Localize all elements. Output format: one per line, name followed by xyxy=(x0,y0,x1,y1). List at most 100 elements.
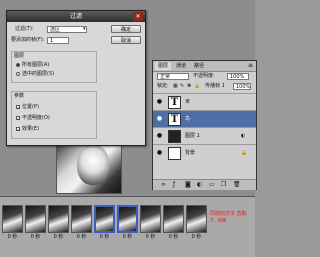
radio-all-layers[interactable]: 所有图层(A) xyxy=(16,62,49,69)
radio-selected-layers[interactable]: 选中的图层(S) xyxy=(16,71,54,78)
checkbox-opacity-label: 不透明度(O) xyxy=(22,115,50,121)
radio-selected-layers-indicator[interactable] xyxy=(16,71,20,76)
blend-mode-value: 正常 xyxy=(160,74,171,80)
opacity-value: 100% xyxy=(230,74,245,80)
animation-timeline: 0 秒 0 秒 0 秒 0 秒 0 秒 0 秒 0 秒 0 秒 0 秒 同样的方… xyxy=(0,196,255,257)
frame-thumbnail xyxy=(163,205,184,233)
lock-move-icon[interactable]: ✥ xyxy=(187,82,191,91)
cancel-button[interactable]: 取消 xyxy=(111,36,141,44)
eye-icon[interactable]: ● xyxy=(155,114,164,123)
folder-icon[interactable]: ▭ xyxy=(209,181,215,188)
layer-name: 图层 1 xyxy=(185,133,200,139)
checkbox-opacity[interactable]: ✓ 不透明度(O) xyxy=(16,115,50,122)
checkbox-position-label: 位置(P) xyxy=(22,104,39,110)
layer-row[interactable]: ● 背景 🔒 xyxy=(153,144,256,162)
opacity-field[interactable]: 100% xyxy=(227,73,249,80)
lock-icon[interactable]: 🔒 xyxy=(194,82,200,91)
layer-name: 米 xyxy=(185,99,191,105)
frame-thumbnail xyxy=(25,205,46,233)
layer-adjust-icon[interactable]: ◐ xyxy=(241,132,245,141)
frame-thumbnail xyxy=(71,205,92,233)
radio-selected-layers-label: 选中的图层(S) xyxy=(22,71,55,77)
tab-layers[interactable]: 图层 xyxy=(155,62,172,70)
filter-select[interactable]: 选区 xyxy=(47,26,87,33)
filter-label: 过滤(T): xyxy=(15,26,34,32)
frame-duration[interactable]: 0 秒 xyxy=(48,234,69,240)
link-icon[interactable]: ∞ xyxy=(161,181,166,188)
fill-value: 100% xyxy=(236,84,251,90)
photo-face xyxy=(77,145,109,185)
frame-5[interactable]: 0 秒 xyxy=(94,205,115,240)
frame-duration[interactable]: 0 秒 xyxy=(25,234,46,240)
frame-thumbnail xyxy=(117,205,138,233)
checkbox-effects-label: 效果(E) xyxy=(22,126,40,132)
checkbox-position[interactable]: ✓ 位置(P) xyxy=(16,104,39,111)
frame-3[interactable]: 0 秒 xyxy=(48,205,69,240)
propagate-label: 传播帧 1 xyxy=(205,83,225,89)
frame-duration[interactable]: 0 秒 xyxy=(186,234,207,240)
fx-icon[interactable]: ƒ xyxy=(173,181,175,188)
tab-paths[interactable]: 路径 xyxy=(191,62,207,70)
add-frames-label: 要添加的帧(F): xyxy=(11,37,45,43)
radio-all-layers-indicator[interactable] xyxy=(16,62,20,67)
params-section-title: 参数 xyxy=(14,93,25,99)
frame-2[interactable]: 0 秒 xyxy=(25,205,46,240)
panel-menu-icon[interactable]: ≡ xyxy=(248,62,253,70)
adjustment-icon[interactable]: ◐ xyxy=(197,181,202,188)
layer-name: 鸟 xyxy=(185,116,191,122)
tab-channels[interactable]: 通道 xyxy=(173,62,189,70)
filter-value: 选区 xyxy=(50,27,61,33)
trash-icon[interactable]: 🗑 xyxy=(233,181,241,188)
frame-8[interactable]: 0 秒 xyxy=(163,205,184,240)
frame-thumbnail xyxy=(140,205,161,233)
layer-row[interactable]: ● 图层 1 ◐ xyxy=(153,127,256,144)
text-layer-icon: T xyxy=(168,113,181,126)
frame-7[interactable]: 0 秒 xyxy=(140,205,161,240)
frame-thumbnail xyxy=(186,205,207,233)
frame-duration[interactable]: 0 秒 xyxy=(2,234,23,240)
blend-row: 正常 不透明度: 100% xyxy=(153,72,256,81)
fill-field[interactable]: 100% xyxy=(233,83,251,90)
lock-icon: 🔒 xyxy=(241,150,248,156)
frame-6[interactable]: 0 秒 xyxy=(117,205,138,240)
frame-duration[interactable]: 0 秒 xyxy=(163,234,184,240)
frame-1[interactable]: 0 秒 xyxy=(2,205,23,240)
close-icon[interactable]: ✕ xyxy=(133,12,143,21)
checkbox-effects-box[interactable]: ✓ xyxy=(16,126,20,131)
eye-icon[interactable]: ● xyxy=(155,148,164,157)
frame-duration[interactable]: 0 秒 xyxy=(71,234,92,240)
lock-brush-icon[interactable]: ✎ xyxy=(180,82,184,91)
canvas-photo xyxy=(56,138,122,194)
blend-mode-select[interactable]: 正常 xyxy=(157,73,189,80)
mask-icon[interactable]: ◙ xyxy=(185,181,191,188)
add-frames-value: 1 xyxy=(50,38,54,44)
ok-button[interactable]: 确定 xyxy=(111,25,141,33)
text-layer-icon: T xyxy=(168,96,181,109)
layers-section-title: 图层 xyxy=(14,53,25,59)
frame-duration[interactable]: 0 秒 xyxy=(94,234,115,240)
chevron-down-icon[interactable]: ▾ xyxy=(83,26,86,33)
frame-duration[interactable]: 0 秒 xyxy=(140,234,161,240)
new-layer-icon[interactable]: ❐ xyxy=(221,181,226,188)
checkbox-opacity-box[interactable]: ✓ xyxy=(16,115,20,120)
frame-thumbnail xyxy=(48,205,69,233)
checkbox-effects[interactable]: ✓ 效果(E) xyxy=(16,126,39,133)
layers-group: 图层 所有图层(A) 选中的图层(S) xyxy=(11,51,97,83)
dialog-title: 过滤 xyxy=(7,11,145,22)
frame-9[interactable]: 0 秒 xyxy=(186,205,207,240)
layer-thumbnail xyxy=(168,130,181,143)
layer-thumbnail xyxy=(168,147,181,160)
layer-row[interactable]: ● T 米 xyxy=(153,93,256,110)
eye-icon[interactable]: ● xyxy=(155,131,164,140)
checkbox-position-box[interactable]: ✓ xyxy=(16,104,20,109)
frame-thumbnail xyxy=(94,205,115,233)
eye-icon[interactable]: ● xyxy=(155,97,164,106)
lock-transparent-icon[interactable]: ▦ xyxy=(173,82,178,91)
layer-row-selected[interactable]: ● T 鸟 xyxy=(153,110,256,127)
frame-duration[interactable]: 0 秒 xyxy=(117,234,138,240)
frame-4[interactable]: 0 秒 xyxy=(71,205,92,240)
add-frames-field[interactable]: 1 xyxy=(47,37,69,44)
radio-all-layers-label: 所有图层(A) xyxy=(22,62,50,68)
opacity-label: 不透明度: xyxy=(193,73,215,79)
lock-row: 锁定: ▦ ✎ ✥ 🔒 传播帧 1 100% xyxy=(153,82,256,91)
